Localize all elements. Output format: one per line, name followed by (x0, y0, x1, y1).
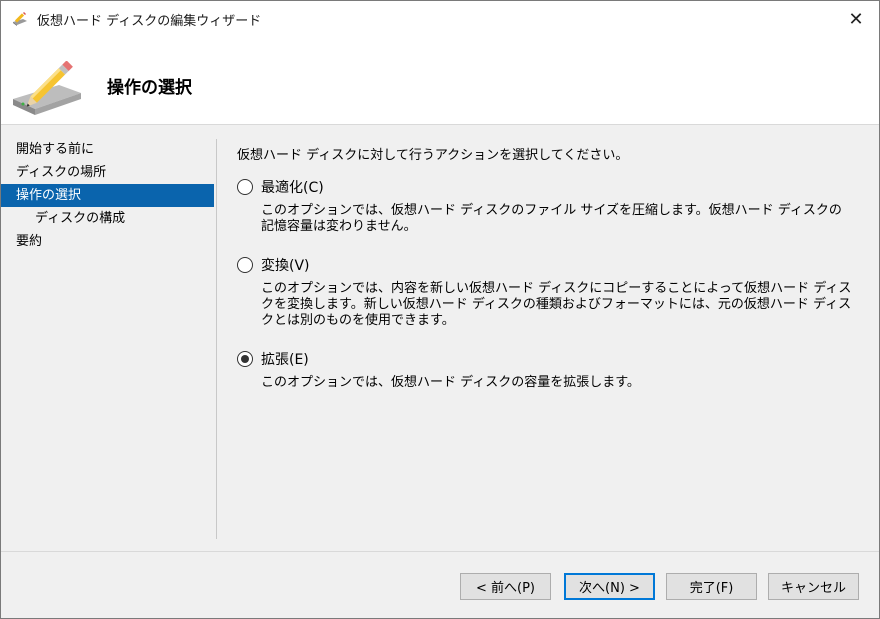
page-heading: 操作の選択 (107, 78, 192, 98)
wizard-steps-nav: 開始する前に ディスクの場所 操作の選択 ディスクの構成 要約 (1, 138, 214, 253)
cancel-button[interactable]: キャンセル (768, 573, 859, 600)
nav-item-summary[interactable]: 要約 (1, 230, 214, 253)
expand-radio[interactable] (237, 351, 253, 367)
compact-label[interactable]: 最適化(C) (261, 177, 324, 197)
nav-item-configure-disk[interactable]: ディスクの構成 (1, 207, 214, 230)
nav-item-before-you-begin[interactable]: 開始する前に (1, 138, 214, 161)
nav-divider (216, 139, 217, 539)
wizard-header: 操作の選択 (1, 37, 879, 125)
expand-label[interactable]: 拡張(E) (261, 349, 309, 369)
convert-label[interactable]: 変換(V) (261, 255, 310, 275)
convert-description: このオプションでは、内容を新しい仮想ハード ディスクにコピーすることによって仮想… (261, 281, 852, 328)
title-bar: 仮想ハード ディスクの編集ウィザード ✕ (1, 1, 879, 37)
nav-item-disk-location[interactable]: ディスクの場所 (1, 161, 214, 184)
next-button[interactable]: 次へ(N) > (564, 573, 655, 600)
compact-description: このオプションでは、仮想ハード ディスクのファイル サイズを圧縮します。仮想ハー… (261, 203, 842, 234)
wizard-window: 仮想ハード ディスクの編集ウィザード ✕ 操作の選択 開始する前に ディスクの場… (0, 0, 880, 619)
option-convert: 変換(V) このオプションでは、内容を新しい仮想ハード ディスクにコピーすること… (237, 255, 857, 329)
compact-radio[interactable] (237, 179, 253, 195)
intro-text: 仮想ハード ディスクに対して行うアクションを選択してください。 (237, 148, 629, 163)
disk-pencil-icon (11, 60, 85, 117)
option-expand: 拡張(E) このオプションでは、仮想ハード ディスクの容量を拡張します。 (237, 349, 857, 391)
close-icon: ✕ (848, 8, 864, 30)
action-content: 仮想ハード ディスクに対して行うアクションを選択してください。 最適化(C) こ… (237, 144, 857, 411)
nav-item-choose-action[interactable]: 操作の選択 (1, 184, 214, 207)
disk-pencil-icon (11, 10, 29, 28)
convert-radio[interactable] (237, 257, 253, 273)
footer-divider (1, 551, 879, 552)
previous-button[interactable]: < 前へ(P) (460, 573, 551, 600)
close-button[interactable]: ✕ (833, 1, 879, 37)
finish-button[interactable]: 完了(F) (666, 573, 757, 600)
expand-description: このオプションでは、仮想ハード ディスクの容量を拡張します。 (261, 375, 640, 390)
option-compact: 最適化(C) このオプションでは、仮想ハード ディスクのファイル サイズを圧縮し… (237, 177, 857, 235)
window-title: 仮想ハード ディスクの編集ウィザード (37, 13, 262, 29)
